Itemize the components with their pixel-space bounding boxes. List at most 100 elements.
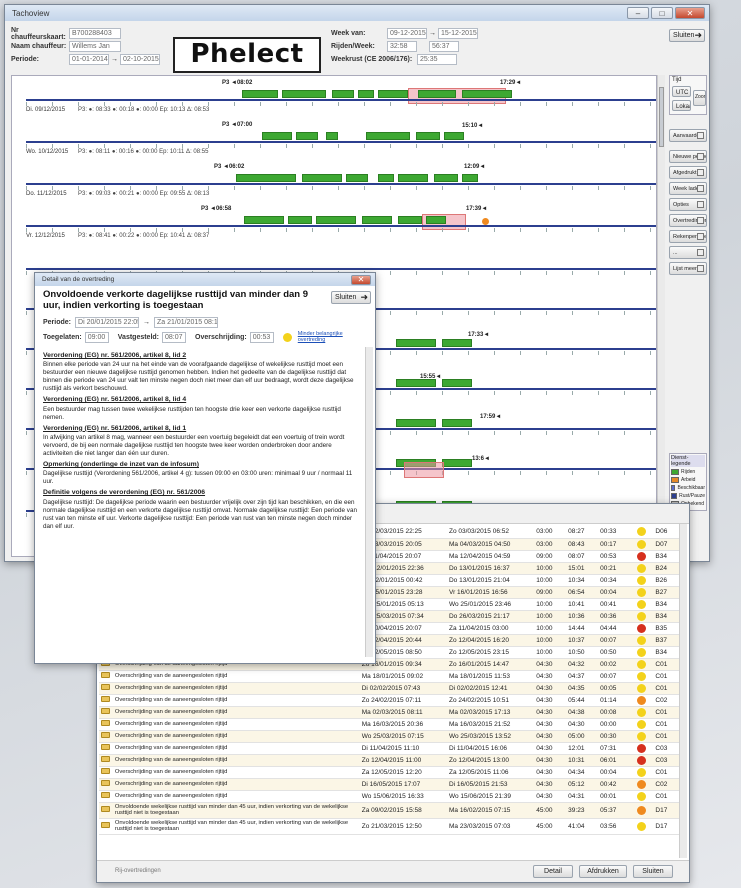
action-button[interactable]: Opties	[669, 198, 707, 211]
utc-button[interactable]: UTC	[672, 86, 691, 97]
action-button[interactable]: ...	[669, 246, 707, 259]
driving-block[interactable]	[396, 339, 436, 347]
table-row[interactable]: Overschrijding van de aaneengesloten rij…	[99, 778, 679, 791]
driving-block[interactable]	[378, 174, 394, 182]
timeline-scrollbar[interactable]	[657, 75, 665, 557]
day-row[interactable]: P3 ◄08:02 17:29◄ Di. 09/12/2015 P3: ●: 08:3…	[26, 80, 656, 120]
period-to-field[interactable]: 02-10-2015	[120, 54, 160, 65]
driving-block[interactable]	[244, 216, 284, 224]
table-row[interactable]: Overschrijding van de aaneengesloten rij…	[99, 742, 679, 755]
driving-block[interactable]	[462, 174, 478, 182]
driving-block[interactable]	[426, 216, 446, 224]
local-button[interactable]: Lokaal	[672, 100, 691, 111]
row-measured: 10:37	[566, 634, 599, 647]
driving-block[interactable]	[358, 90, 374, 98]
driving-block[interactable]	[366, 132, 410, 140]
hour-tick	[390, 102, 391, 106]
driving-block[interactable]	[434, 174, 458, 182]
action-button[interactable]: Lijst meer	[669, 262, 707, 275]
table-row[interactable]: Overschrijding van de aaneengesloten rij…	[99, 682, 679, 695]
period-label: Periode:	[11, 56, 40, 63]
folder-icon	[101, 744, 110, 750]
driving-block[interactable]	[398, 174, 428, 182]
detail-button[interactable]: Detail	[533, 865, 573, 878]
table-row[interactable]: Overschrijding van de aaneengesloten rij…	[99, 706, 679, 719]
action-button[interactable]: Afgedrukt	[669, 166, 707, 179]
driving-block[interactable]	[418, 90, 456, 98]
table-row[interactable]: Overschrijding van de aaneengesloten rij…	[99, 730, 679, 743]
legend-title[interactable]: Dienst-legende	[671, 455, 705, 467]
driving-block[interactable]	[442, 339, 472, 347]
week-from-field[interactable]: 09-12-2015	[387, 28, 427, 39]
hour-tick	[208, 144, 209, 148]
driving-block[interactable]	[444, 132, 464, 140]
row-end: Di 02/02/2015 12:41	[446, 682, 535, 695]
time-group: Tijd UTC Lokaal Zoom	[669, 75, 707, 115]
scrollbar-thumb[interactable]	[659, 87, 664, 147]
action-button[interactable]: Week laden	[669, 182, 707, 195]
table-row[interactable]: Overschrijding van de aaneengesloten rij…	[99, 754, 679, 767]
table-row[interactable]: Overschrijding van de aaneengesloten rij…	[99, 790, 679, 803]
driving-block[interactable]	[326, 132, 338, 140]
hour-tick	[260, 102, 261, 106]
folder-icon	[101, 708, 110, 714]
legend-label: Arbeid	[681, 477, 696, 483]
driving-block[interactable]	[462, 90, 512, 98]
table-row[interactable]: Overschrijding van de aaneengesloten rij…	[99, 718, 679, 731]
driving-block[interactable]	[442, 379, 472, 387]
driving-block[interactable]	[416, 132, 440, 140]
driving-block[interactable]	[396, 379, 436, 387]
main-close-button[interactable]: Sluiten ➜	[669, 29, 705, 42]
hour-tick	[26, 144, 27, 148]
day-row[interactable]: P3 ◄06:58 17:39◄ Vr. 12/12/2015 P3: ●: 08:4…	[26, 206, 656, 246]
popup-close-x-button[interactable]: ✕	[351, 274, 371, 285]
row-allowed: 04:30	[534, 742, 567, 755]
row-description: Overschrijding van de aaneengesloten rij…	[112, 706, 360, 719]
driving-block[interactable]	[398, 216, 422, 224]
popup-scrollbar[interactable]	[365, 347, 373, 657]
driving-block[interactable]	[242, 90, 278, 98]
zoom-button[interactable]: Zoom	[693, 90, 706, 106]
close-window-button[interactable]: ✕	[675, 7, 705, 19]
driving-block[interactable]	[332, 90, 354, 98]
print-button[interactable]: Afdrukken	[579, 865, 627, 878]
driving-block[interactable]	[442, 459, 472, 467]
severity-dot-icon	[637, 527, 647, 537]
driving-block[interactable]	[282, 90, 326, 98]
maximize-button[interactable]: □	[651, 7, 673, 19]
day-row[interactable]: P3 ◄06:02 12:09◄ Do. 11/12/2015 P3: ●: 09:0…	[26, 164, 656, 204]
driving-block[interactable]	[288, 216, 312, 224]
action-button[interactable]: Rekenperioden	[669, 230, 707, 243]
minimize-button[interactable]: –	[627, 7, 649, 19]
hour-tick	[598, 351, 599, 355]
driving-block[interactable]	[346, 174, 368, 182]
driver-card-field[interactable]: B700288403	[69, 28, 121, 39]
driving-block[interactable]	[236, 174, 296, 182]
driving-block[interactable]	[442, 419, 472, 427]
table-row[interactable]: Overschrijding van de aaneengesloten rij…	[99, 670, 679, 683]
driving-block[interactable]	[316, 216, 356, 224]
period-from-field[interactable]: 01-01-2014	[69, 54, 109, 65]
list-scrollbar[interactable]	[679, 524, 687, 858]
driving-block[interactable]	[362, 216, 392, 224]
hour-tick	[208, 186, 209, 190]
action-button[interactable]: Nieuwe periode	[669, 150, 707, 163]
action-button[interactable]: Aanvaarden	[669, 129, 707, 142]
action-button[interactable]: Overtredingen	[669, 214, 707, 227]
driving-block[interactable]	[296, 132, 318, 140]
table-row[interactable]: Overschrijding van de aaneengesloten rij…	[99, 766, 679, 779]
table-row[interactable]: Onvoldoende wekelijkse rusttijd van mind…	[99, 818, 679, 835]
driving-block[interactable]	[378, 90, 408, 98]
day-row[interactable]: P3 ◄07:00 15:10◄ Wo. 10/12/2015 P3: ●: 08:1…	[26, 122, 656, 162]
list-close-button[interactable]: Sluiten	[633, 865, 673, 878]
table-row[interactable]: Overschrijding van de aaneengesloten rij…	[99, 694, 679, 707]
driver-name-field[interactable]: Willems Jan	[69, 41, 121, 52]
week-to-field[interactable]: 15-12-2015	[438, 28, 478, 39]
violation-zone[interactable]	[404, 462, 444, 478]
popup-close-button[interactable]: Sluiten ➜	[331, 291, 371, 304]
driving-block[interactable]	[302, 174, 342, 182]
driving-block[interactable]	[396, 419, 436, 427]
driving-block[interactable]	[262, 132, 292, 140]
severity-link[interactable]: Minder belangrijke overtreding	[298, 331, 344, 343]
table-row[interactable]: Onvoldoende wekelijkse rusttijd van mind…	[99, 802, 679, 819]
